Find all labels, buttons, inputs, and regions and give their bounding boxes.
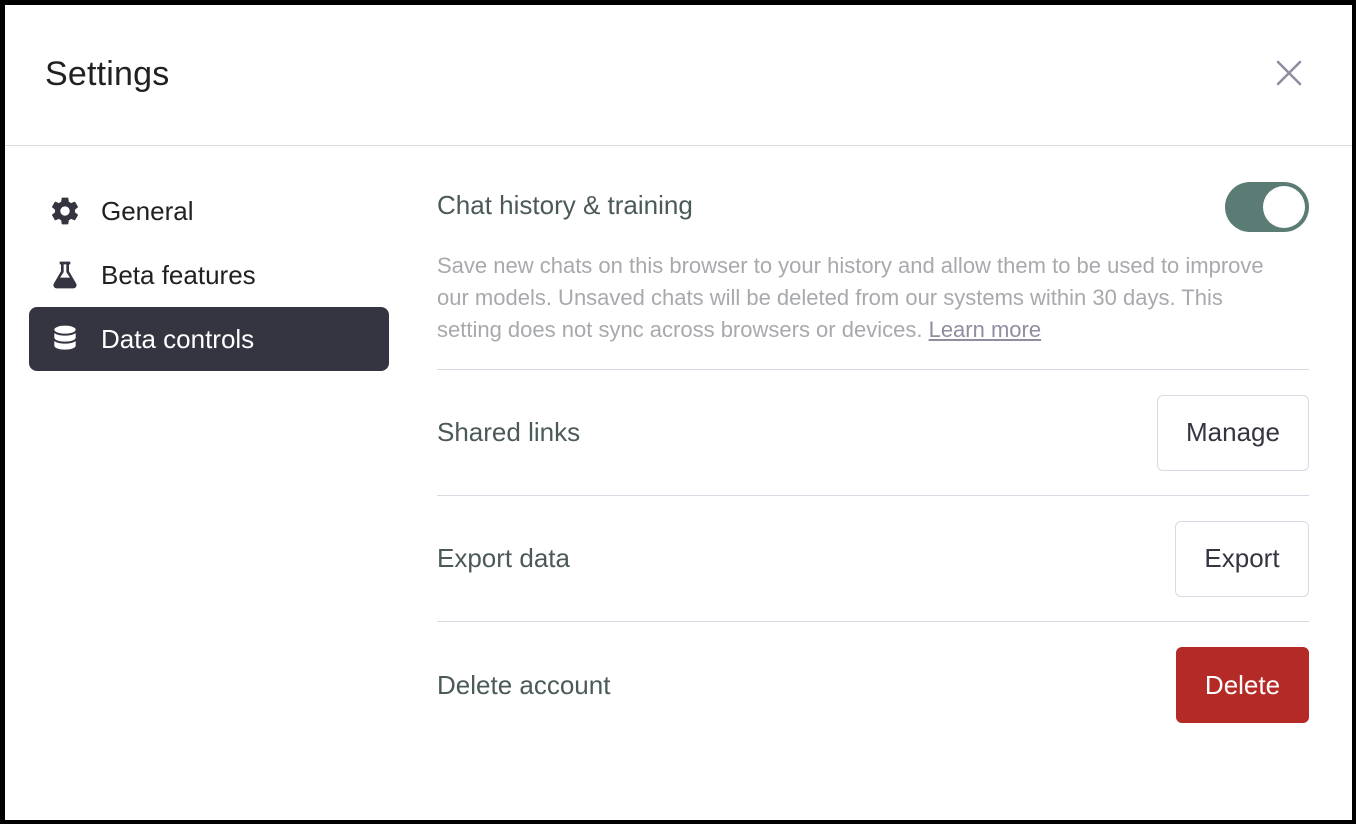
- chat-history-toggle[interactable]: [1225, 182, 1309, 232]
- export-data-row: Export data Export: [437, 496, 1309, 622]
- sidebar-item-label: Data controls: [101, 323, 255, 354]
- dialog-header: Settings: [5, 5, 1352, 146]
- chat-history-label: Chat history & training: [437, 190, 693, 220]
- data-controls-panel: Chat history & training Save new chats o…: [437, 146, 1309, 748]
- database-icon: [49, 323, 81, 355]
- chat-history-description: Save new chats on this browser to your h…: [437, 250, 1287, 346]
- learn-more-link[interactable]: Learn more: [929, 317, 1042, 342]
- shared-links-label: Shared links: [437, 417, 581, 447]
- sidebar-item-beta-features[interactable]: Beta features: [29, 243, 389, 307]
- gear-icon: [49, 195, 81, 227]
- shared-links-row: Shared links Manage: [437, 370, 1309, 496]
- flask-icon: [49, 259, 81, 291]
- settings-sidebar: General Beta features Data controls: [29, 179, 389, 371]
- delete-account-row: Delete account Delete: [437, 622, 1309, 748]
- chat-history-section: Chat history & training Save new chats o…: [437, 146, 1309, 370]
- dialog-title: Settings: [45, 55, 170, 93]
- sidebar-item-data-controls[interactable]: Data controls: [29, 307, 389, 371]
- delete-account-label: Delete account: [437, 669, 611, 700]
- close-button[interactable]: [1271, 55, 1307, 91]
- sidebar-item-label: Beta features: [101, 259, 256, 290]
- manage-button[interactable]: Manage: [1157, 394, 1309, 471]
- export-data-label: Export data: [437, 543, 570, 573]
- close-icon: [1276, 60, 1302, 86]
- toggle-knob: [1263, 186, 1305, 228]
- delete-button[interactable]: Delete: [1176, 647, 1309, 723]
- export-button[interactable]: Export: [1175, 520, 1309, 597]
- sidebar-item-general[interactable]: General: [29, 179, 389, 243]
- description-text: Save new chats on this browser to your h…: [437, 253, 1264, 342]
- settings-dialog: Settings General Beta features Data cont…: [5, 5, 1352, 820]
- sidebar-item-label: General: [101, 195, 194, 226]
